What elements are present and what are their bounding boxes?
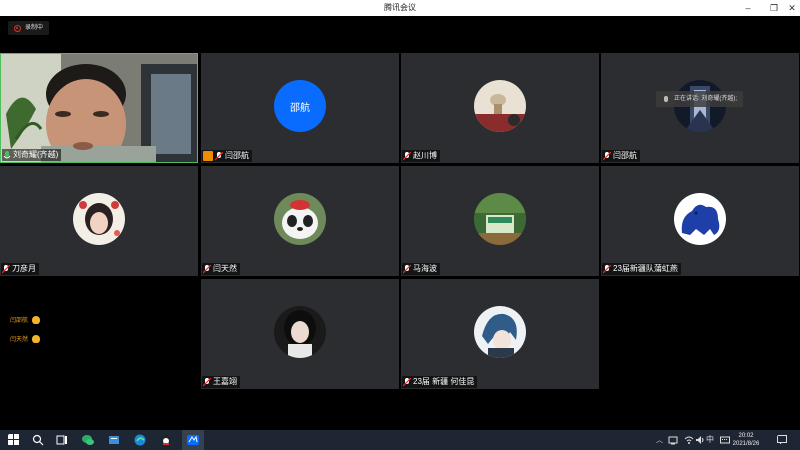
search-icon[interactable] [32, 434, 44, 446]
task-view-icon[interactable] [56, 434, 68, 446]
avatar [274, 193, 326, 245]
avatar [73, 193, 125, 245]
window-titlebar: 腾讯会议 – ❐ ✕ [0, 0, 800, 16]
participant-name: 闫邵航 [225, 151, 249, 160]
speaking-indicator: 正在讲话: 刘奇耀(齐越); [656, 91, 743, 107]
clock-date: 2021/8/26 [732, 441, 760, 447]
restore-button[interactable]: ❐ [762, 0, 786, 16]
avatar [474, 80, 526, 132]
chevron-up-icon[interactable]: ︿ [656, 435, 663, 445]
qq-icon[interactable] [160, 434, 172, 446]
mic-muted-icon [203, 264, 211, 274]
video-tile-9[interactable]: 23届 新疆 何佳昆 [401, 279, 599, 389]
participant-nametag: 闫天然 [202, 263, 240, 275]
participant-name: 23届 新疆 何佳昆 [413, 377, 475, 386]
mic-on-icon [3, 150, 11, 160]
clap-icon [32, 315, 41, 324]
record-icon [14, 24, 21, 32]
reaction-name: 闫邵航 [10, 318, 29, 324]
network-icon[interactable] [668, 435, 680, 447]
mic-muted-icon [203, 377, 211, 387]
wechat-icon[interactable] [82, 434, 94, 446]
video-tile-1[interactable]: 邵航 闫邵航 [201, 53, 399, 163]
mic-muted-icon [2, 264, 10, 274]
windows-start-icon[interactable] [8, 434, 20, 446]
participant-name: 马海波 [413, 264, 437, 273]
mic-icon [662, 94, 670, 104]
speaking-label: 正在讲话: 刘奇耀(齐越); [674, 96, 737, 102]
participant-nametag: 刘奇耀(齐越) [2, 149, 62, 161]
window-title: 腾讯会议 [384, 3, 416, 12]
participant-nametag: 赵川博 [402, 150, 440, 162]
video-tile-4[interactable]: 刀彦月 [0, 166, 198, 276]
clap-icon [32, 334, 41, 343]
participant-nametag: 王嘉翊 [202, 376, 240, 388]
participant-name: 闫邵航 [613, 151, 637, 160]
avatar [474, 193, 526, 245]
participant-video [1, 54, 197, 162]
ime-indicator[interactable]: 中 [706, 434, 714, 445]
participant-nametag: 闫邵航 [602, 150, 640, 162]
app-icon[interactable] [108, 434, 120, 446]
participant-name: 王嘉翊 [213, 377, 237, 386]
windows-taskbar: ︿ 中 20:02 2021/8/26 [0, 430, 800, 450]
recording-indicator[interactable]: 录制中 [8, 21, 50, 35]
participant-name: 刘奇耀(齐越) [13, 150, 59, 159]
mic-muted-icon [403, 377, 411, 387]
notification-icon[interactable] [777, 435, 789, 447]
video-tile-8[interactable]: 王嘉翊 [201, 279, 399, 389]
reaction-name: 闫天然 [10, 337, 29, 343]
participant-name: 刀彦月 [12, 264, 36, 273]
participant-nametag: 刀彦月 [1, 263, 39, 275]
minimize-button[interactable]: – [736, 0, 760, 16]
video-tile-7[interactable]: 23届新疆队蒲虹燕 [601, 166, 799, 276]
mic-muted-icon [603, 151, 611, 161]
video-tile-2[interactable]: 赵川博 [401, 53, 599, 163]
mic-muted-icon [403, 151, 411, 161]
participant-name: 23届新疆队蒲虹燕 [613, 264, 678, 273]
clock-time: 20:02 [738, 433, 754, 439]
mic-muted-icon [603, 264, 611, 274]
mic-muted-icon [215, 151, 223, 161]
participant-nametag: 23届新疆队蒲虹燕 [602, 263, 681, 275]
reaction-item: 闫邵航 [10, 315, 41, 324]
recording-label: 录制中 [25, 25, 44, 31]
video-tile-3[interactable]: 闫邵航 [601, 53, 799, 163]
participant-name: 赵川博 [413, 151, 437, 160]
taskbar-clock[interactable]: 20:02 2021/8/26 [724, 432, 768, 448]
participant-nametag: 23届 新疆 何佳昆 [402, 376, 478, 388]
mic-muted-icon [403, 264, 411, 274]
avatar [274, 306, 326, 358]
video-tile-0[interactable]: 刘奇耀(齐越) [0, 53, 198, 163]
participant-nametag: 马海波 [402, 263, 440, 275]
video-tile-6[interactable]: 马海波 [401, 166, 599, 276]
close-button[interactable]: ✕ [784, 0, 800, 16]
tencent-meeting-icon[interactable] [187, 434, 199, 446]
edge-browser-icon[interactable] [134, 434, 146, 446]
avatar: 邵航 [274, 80, 326, 132]
avatar [674, 193, 726, 245]
participant-nametag: 闫邵航 [202, 150, 252, 162]
reaction-item: 闫天然 [10, 334, 41, 343]
participant-name: 闫天然 [213, 264, 237, 273]
host-icon [203, 151, 213, 161]
video-tile-5[interactable]: 闫天然 [201, 166, 399, 276]
avatar [474, 306, 526, 358]
